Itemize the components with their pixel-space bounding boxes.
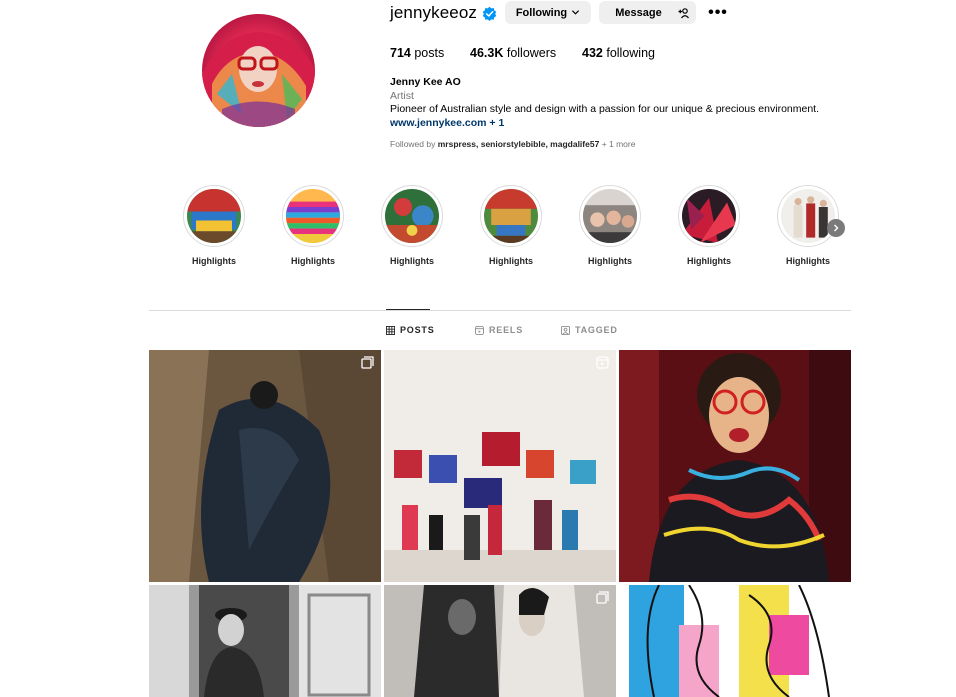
reel-icon [596,356,609,369]
highlight-label: Highlights [291,256,335,266]
followers-label: followers [506,46,557,60]
verified-badge-icon [482,6,497,21]
carousel-icon [596,591,609,604]
highlight-item[interactable]: Highlights [479,185,543,266]
highlight-item[interactable]: Highlights [677,185,741,266]
following-button-label: Following [515,6,568,19]
tab-reels-label: REELS [489,325,524,335]
tab-tagged[interactable]: TAGGED [561,325,618,335]
highlight-label: Highlights [390,256,434,266]
highlight-item[interactable]: Highlights [578,185,642,266]
tab-reels[interactable]: REELS [475,325,523,335]
tab-posts[interactable]: POSTS [386,325,435,335]
more-options-button[interactable]: ••• [704,1,732,24]
followed-by-prefix: Followed by [390,139,436,149]
message-button-label: Message [615,6,662,19]
following-stat[interactable]: 432 following [582,46,655,60]
highlight-label: Highlights [588,256,632,266]
website-link-extra[interactable]: + 1 [489,117,504,129]
carousel-icon [831,591,844,604]
following-label: following [606,46,655,60]
highlight-label: Highlights [489,256,533,266]
tabs-divider [149,310,851,311]
post-thumbnail[interactable] [384,585,616,697]
category: Artist [390,89,414,102]
posts-label: posts [414,46,445,60]
profile-header: jennykeeoz [390,1,497,25]
suggested-users-button[interactable] [671,1,696,24]
grid-icon [386,325,395,335]
highlight-label: Highlights [192,256,236,266]
post-thumbnail[interactable] [384,350,616,582]
followed-by-names: mrspress, seniorstylebible, magdalife57 [437,139,600,149]
highlight-item[interactable]: Highlights [281,185,345,266]
post-thumbnail[interactable] [619,585,851,697]
message-button[interactable]: Message [599,1,678,24]
post-thumbnail[interactable] [149,350,381,582]
full-name: Jenny Kee AO [390,76,461,88]
followed-by[interactable]: Followed by mrspress, seniorstylebible, … [390,139,635,149]
highlight-label: Highlights [786,256,830,266]
following-count: 432 [582,46,603,60]
bio-text: Pioneer of Australian style and design w… [390,103,820,115]
highlight-item[interactable]: Highlights [380,185,444,266]
posts-count: 714 [390,46,411,60]
following-button[interactable]: Following [505,1,591,24]
carousel-icon [361,356,374,369]
tab-posts-label: POSTS [400,325,435,335]
followers-stat[interactable]: 46.3K followers [470,46,556,60]
website-link[interactable]: www.jennykee.com [390,117,486,129]
tab-tagged-label: TAGGED [575,325,618,335]
profile-bio: Jenny Kee AO Artist Pioneer of Australia… [390,76,850,130]
highlight-ring [183,185,245,247]
highlight-ring [282,185,344,247]
profile-avatar[interactable] [202,14,315,127]
chevron-down-icon [572,10,580,15]
highlights-next-button[interactable] [827,219,845,237]
tagged-icon [561,325,570,335]
highlight-ring [480,185,542,247]
highlight-ring [381,185,443,247]
active-tab-indicator [386,309,430,310]
more-options-icon: ••• [708,3,728,21]
highlight-item[interactable]: Highlights [182,185,246,266]
highlight-ring [579,185,641,247]
reels-icon [475,325,484,335]
highlight-ring [777,185,839,247]
add-user-icon [678,7,689,18]
highlight-ring [678,185,740,247]
followers-count: 46.3K [470,46,504,60]
followed-by-more: + 1 more [601,139,636,149]
highlight-label: Highlights [687,256,731,266]
chevron-right-icon [834,224,839,232]
post-thumbnail[interactable] [619,350,851,582]
username: jennykeeoz [390,3,478,22]
post-thumbnail[interactable] [149,585,381,697]
posts-stat: 714 posts [390,46,444,60]
